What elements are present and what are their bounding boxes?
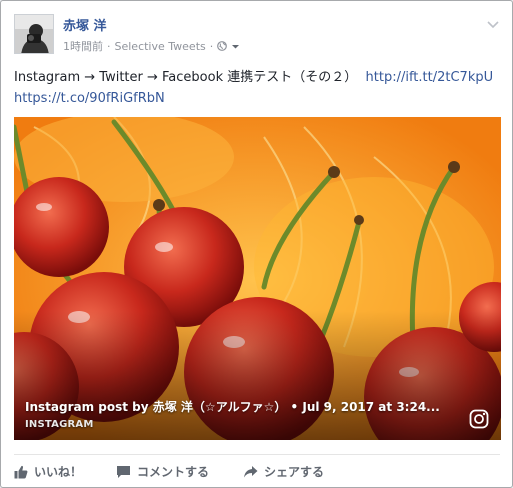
chevron-down-icon[interactable] (486, 17, 500, 31)
like-label: いいね！ (34, 465, 83, 479)
message-link[interactable]: http://ift.tt/2tC7kpU (366, 70, 494, 85)
post-card: 赤塚 洋 1時間前 · Selective Tweets · Instagram… (0, 0, 513, 488)
post-timestamp[interactable]: 1時間前 (63, 38, 103, 54)
comment-label: コメントする (137, 465, 210, 479)
meta-separator: · (209, 39, 214, 53)
message-link[interactable]: https://t.co/90fRiGfRbN (14, 91, 165, 106)
share-label: シェアする (264, 465, 325, 479)
author-name[interactable]: 赤塚 洋 (63, 15, 107, 34)
cherries-orange-photo (14, 117, 501, 440)
like-button[interactable]: いいね！ (14, 463, 82, 480)
share-button[interactable]: シェアする (243, 463, 324, 480)
avatar-photo (15, 15, 53, 53)
comment-icon (117, 465, 131, 478)
attachment-caption: Instagram post by 赤塚 洋（☆アルファ☆） • Jul 9, … (25, 398, 441, 430)
attachment-title[interactable]: Instagram post by 赤塚 洋（☆アルファ☆） • Jul 9, … (25, 398, 441, 415)
instagram-icon (469, 409, 489, 429)
post-meta: 1時間前 · Selective Tweets · (63, 38, 240, 54)
attachment-source: INSTAGRAM (25, 419, 94, 430)
audience-dropdown-icon[interactable] (231, 42, 240, 51)
post-message: Instagram → Twitter → Facebook 連携テスト（その２… (14, 67, 504, 109)
share-icon (244, 465, 258, 477)
comment-button[interactable]: コメントする (116, 463, 209, 480)
attachment-image[interactable]: Instagram post by 赤塚 洋（☆アルファ☆） • Jul 9, … (14, 117, 501, 440)
action-bar: いいね！ コメントする シェアする (14, 463, 324, 480)
meta-separator: · (107, 39, 111, 53)
globe-icon[interactable] (217, 41, 228, 51)
message-text: Instagram → Twitter → Facebook 連携テスト（その２… (14, 70, 358, 85)
thumbs-up-icon (14, 465, 28, 478)
avatar[interactable] (14, 14, 54, 54)
actions-divider (14, 454, 500, 455)
source-app[interactable]: Selective Tweets (115, 40, 206, 53)
